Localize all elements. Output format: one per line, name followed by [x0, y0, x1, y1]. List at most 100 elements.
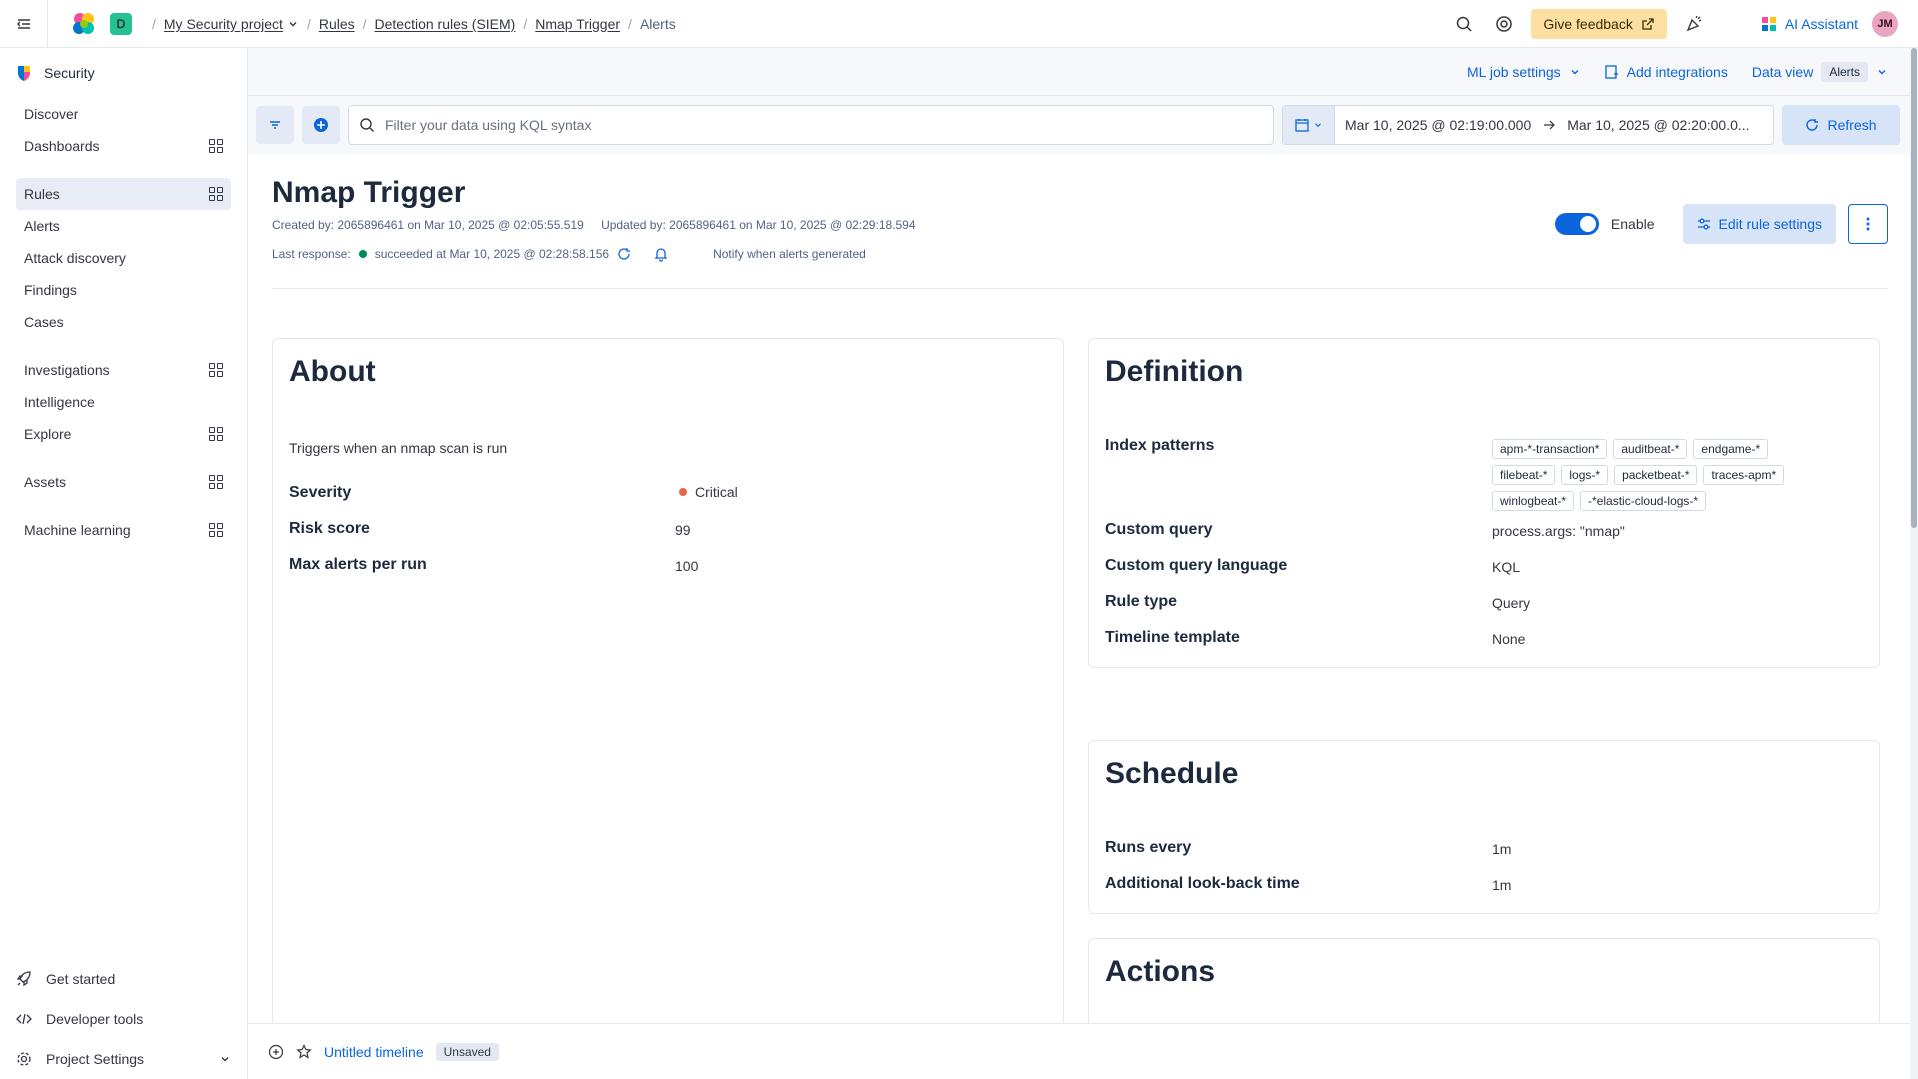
filter-icon [270, 121, 280, 129]
panel-grid-icon[interactable] [209, 475, 223, 489]
custom-query-label: Custom query [1105, 521, 1213, 538]
menu-collapse-icon [16, 18, 30, 29]
sidebar-item-label: Cases [24, 314, 64, 330]
timeline-bar: Untitled timeline Unsaved [248, 1023, 1918, 1079]
sidebar-item-cases[interactable]: Cases [16, 306, 231, 338]
calendar-icon [1294, 119, 1309, 132]
notify-text: Notify when alerts generated [713, 247, 866, 261]
updated-by: Updated by: 2065896461 on Mar 10, 2025 @… [601, 218, 916, 232]
help-icon [1496, 15, 1513, 32]
max-alerts-value: 100 [675, 558, 699, 574]
last-response-value: succeeded at Mar 10, 2025 @ 02:28:58.156 [374, 247, 610, 261]
panel-grid-icon[interactable] [209, 139, 223, 153]
panel-grid-icon[interactable] [209, 187, 223, 201]
chevron-down-icon[interactable] [287, 18, 299, 30]
actions-heading: Actions [1105, 955, 1216, 988]
collapse-nav-button[interactable] [0, 0, 48, 48]
index-patterns-list: apm-*-transaction* auditbeat-* endgame-*… [1492, 439, 1832, 511]
timeline-name[interactable]: Untitled timeline [324, 1044, 424, 1060]
sidebar-item-intelligence[interactable]: Intelligence [16, 386, 231, 418]
give-feedback-button[interactable]: Give feedback [1531, 8, 1667, 39]
add-integrations-label: Add integrations [1626, 63, 1728, 80]
ml-job-settings-button[interactable]: ML job settings [1467, 64, 1581, 80]
sidebar-item-label: Dashboards [24, 138, 100, 154]
rocket-icon [16, 971, 31, 987]
get-started-label: Get started [46, 971, 116, 987]
severity-label: Severity [289, 484, 352, 501]
elastic-logo-icon[interactable] [70, 10, 98, 38]
lookback-value: 1m [1492, 877, 1512, 893]
panel-grid-icon[interactable] [209, 363, 223, 377]
panel-grid-icon[interactable] [209, 427, 223, 441]
gear-icon [17, 1052, 31, 1066]
sidebar-item-label: Machine learning [24, 522, 131, 538]
add-integrations-button[interactable]: Add integrations [1605, 64, 1728, 80]
sidebar-item-investigations[interactable]: Investigations [16, 354, 231, 386]
project-settings-link[interactable]: Project Settings [0, 1039, 247, 1079]
plus-circle-icon[interactable] [268, 1044, 284, 1060]
sidebar-item-alerts[interactable]: Alerts [16, 210, 231, 242]
sidebar-item-label: Rules [24, 186, 60, 202]
help-button[interactable] [1491, 11, 1517, 37]
chevron-down-icon [1878, 69, 1886, 74]
sidebar-item-assets[interactable]: Assets [16, 466, 231, 498]
breadcrumb-detection-rules[interactable]: Detection rules (SIEM) [375, 16, 516, 32]
sidebar-item-findings[interactable]: Findings [16, 274, 231, 306]
index-pattern-badge: traces-apm* [1703, 465, 1785, 485]
add-filter-button[interactable] [302, 106, 340, 144]
chevron-down-icon[interactable] [219, 1053, 231, 1065]
whats-new-button[interactable] [1681, 11, 1707, 37]
end-date[interactable]: Mar 10, 2025 @ 02:20:00.0... [1567, 117, 1749, 133]
user-avatar[interactable]: JM [1872, 10, 1898, 37]
refresh-icon[interactable] [617, 247, 631, 261]
data-view-picker[interactable]: Data view Alerts [1752, 61, 1888, 82]
rule-description: Triggers when an nmap scan is run [289, 440, 508, 456]
severity-value: Critical [679, 484, 738, 500]
breadcrumb-rule[interactable]: Nmap Trigger [535, 16, 620, 32]
sidebar-item-explore[interactable]: Explore [16, 418, 231, 450]
sidebar-header[interactable]: Security [0, 48, 247, 98]
search-button[interactable] [1451, 11, 1477, 37]
star-icon[interactable] [296, 1043, 312, 1060]
quick-select-button[interactable] [1283, 106, 1335, 144]
risk-score-label: Risk score [289, 520, 370, 537]
created-by: Created by: 2065896461 on Mar 10, 2025 @… [272, 218, 584, 232]
schedule-heading: Schedule [1105, 757, 1239, 790]
sidebar-item-discover[interactable]: Discover [16, 98, 231, 130]
panel-grid-icon[interactable] [209, 523, 223, 537]
feedback-label: Give feedback [1543, 15, 1633, 32]
status-dot [358, 250, 367, 258]
filter-menu-button[interactable] [256, 106, 294, 144]
sidebar-item-label: Intelligence [24, 394, 95, 410]
external-link-icon [1642, 17, 1654, 30]
scrollbar-thumb[interactable] [1911, 48, 1917, 528]
sidebar-item-attack-discovery[interactable]: Attack discovery [16, 242, 231, 274]
developer-tools-link[interactable]: Developer tools [0, 999, 247, 1039]
edit-rule-settings-button[interactable]: Edit rule settings [1682, 204, 1836, 244]
space-avatar[interactable]: D [110, 12, 132, 35]
enable-toggle[interactable] [1554, 213, 1599, 235]
breadcrumb-rules[interactable]: Rules [319, 16, 355, 32]
sidebar-item-rules[interactable]: Rules [16, 178, 231, 210]
ellipsis-vertical-icon [1866, 217, 1870, 231]
start-date[interactable]: Mar 10, 2025 @ 02:19:00.000 [1345, 117, 1531, 133]
sidebar-item-label: Findings [24, 282, 77, 298]
lookback-label: Additional look-back time [1105, 875, 1300, 892]
bell-icon[interactable] [653, 246, 669, 262]
timeline-template-label: Timeline template [1105, 629, 1240, 646]
get-started-link[interactable]: Get started [0, 959, 247, 999]
sidebar-item-dashboards[interactable]: Dashboards [16, 130, 231, 162]
kql-placeholder: Filter your data using KQL syntax [385, 117, 592, 133]
breadcrumb-project[interactable]: My Security project [164, 16, 283, 32]
sidebar-item-machine-learning[interactable]: Machine learning [16, 514, 231, 546]
refresh-button[interactable]: Refresh [1782, 105, 1900, 145]
data-view-value: Alerts [1821, 61, 1868, 82]
query-language-value: KQL [1492, 559, 1521, 575]
top-header: D / My Security project / Rules / Detect… [0, 0, 1918, 48]
kql-search-input[interactable]: Filter your data using KQL syntax [348, 105, 1274, 145]
sidebar-title: Security [44, 65, 95, 81]
more-actions-button[interactable] [1848, 204, 1888, 244]
sidebar-item-label: Explore [24, 426, 72, 442]
ai-assistant-button[interactable]: AI Assistant [1761, 16, 1858, 32]
ml-job-settings-label: ML job settings [1467, 63, 1561, 80]
